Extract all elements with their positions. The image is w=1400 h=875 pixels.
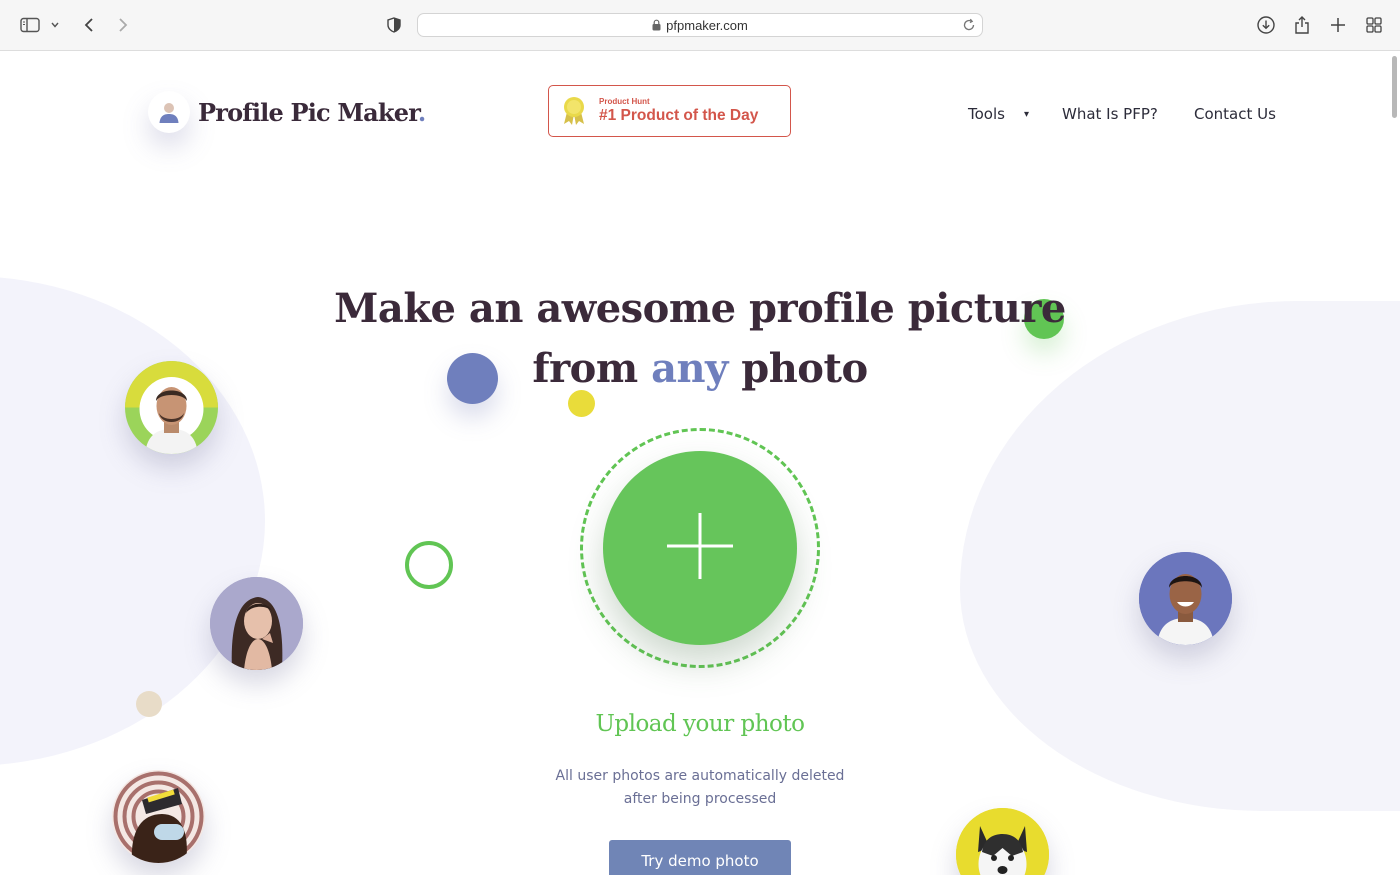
privacy-note: All user photos are automatically delete… bbox=[500, 765, 900, 811]
nav-tools[interactable]: Tools ▾ bbox=[968, 105, 1029, 123]
share-icon[interactable] bbox=[1292, 13, 1312, 37]
logo-dot: . bbox=[417, 97, 426, 127]
nav-tools-label: Tools bbox=[968, 105, 1005, 123]
background-blob-left bbox=[0, 276, 265, 766]
headline-line-1: Make an awesome profile picture bbox=[334, 285, 1066, 332]
chevron-down-icon[interactable] bbox=[48, 13, 62, 37]
page-scrollbar[interactable] bbox=[1392, 56, 1397, 118]
medal-icon bbox=[561, 96, 587, 126]
try-demo-button[interactable]: Try demo photo bbox=[609, 840, 791, 875]
nav-contact-us[interactable]: Contact Us bbox=[1194, 105, 1276, 123]
decor-beige-circle bbox=[136, 691, 162, 717]
logo-text: Profile Pic Maker. bbox=[198, 97, 426, 127]
forward-icon[interactable] bbox=[114, 13, 132, 37]
decor-green-ring bbox=[405, 541, 453, 589]
example-avatar-man bbox=[125, 361, 218, 454]
site-logo[interactable]: Profile Pic Maker. bbox=[148, 91, 426, 133]
logo-avatar-icon bbox=[148, 91, 190, 133]
page-content: Profile Pic Maker. Product Hunt #1 Produ… bbox=[0, 51, 1400, 875]
privacy-note-line-2: after being processed bbox=[623, 791, 777, 807]
product-hunt-badge[interactable]: Product Hunt #1 Product of the Day bbox=[548, 85, 791, 137]
shield-icon[interactable] bbox=[384, 13, 404, 37]
upload-button[interactable] bbox=[603, 451, 797, 645]
privacy-note-line-1: All user photos are automatically delete… bbox=[555, 768, 845, 784]
tab-overview-icon[interactable] bbox=[1364, 13, 1384, 37]
lock-icon bbox=[652, 19, 661, 31]
plus-icon bbox=[665, 511, 735, 585]
new-tab-icon[interactable] bbox=[1328, 13, 1348, 37]
back-icon[interactable] bbox=[80, 13, 98, 37]
example-avatar-woman bbox=[210, 577, 303, 670]
browser-toolbar: pfpmaker.com bbox=[0, 0, 1400, 51]
logo-name: Profile Pic Maker bbox=[198, 97, 419, 127]
badge-big-text: #1 Product of the Day bbox=[599, 107, 759, 124]
reload-icon[interactable] bbox=[962, 18, 976, 32]
download-icon[interactable] bbox=[1255, 13, 1277, 37]
example-avatar-man-smiling bbox=[1139, 552, 1232, 645]
caret-down-icon: ▾ bbox=[1023, 108, 1029, 120]
example-avatar-character bbox=[112, 770, 205, 863]
headline-accent-word: any bbox=[651, 345, 728, 392]
url-text: pfpmaker.com bbox=[666, 17, 748, 33]
badge-small-text: Product Hunt bbox=[599, 97, 650, 106]
example-avatar-dog bbox=[956, 808, 1049, 875]
hero-headline: Make an awesome profile picture from any… bbox=[300, 279, 1100, 399]
headline-line-2-start: from bbox=[532, 345, 652, 392]
sidebar-icon[interactable] bbox=[18, 13, 42, 37]
headline-line-2-end: photo bbox=[727, 345, 868, 392]
nav-what-is-pfp[interactable]: What Is PFP? bbox=[1062, 105, 1158, 123]
address-bar[interactable]: pfpmaker.com bbox=[417, 13, 983, 37]
upload-title: Upload your photo bbox=[595, 711, 806, 737]
